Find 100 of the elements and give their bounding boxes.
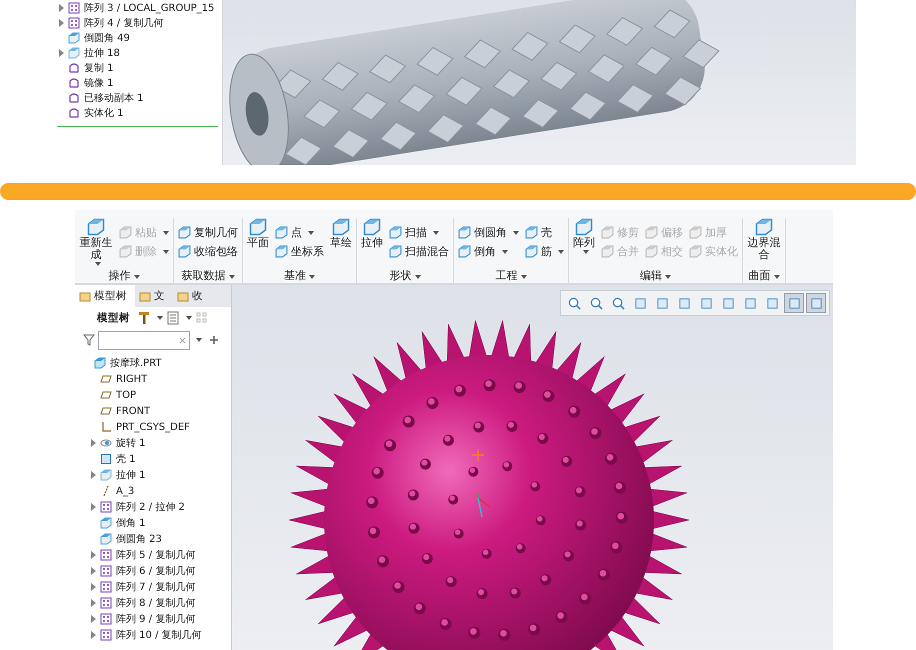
panel-tab[interactable]: 文 xyxy=(135,285,173,307)
zoom-fit-icon xyxy=(568,296,580,310)
plane-icon xyxy=(100,373,112,385)
tree-item[interactable]: 按摩球.PRT xyxy=(83,355,231,371)
tree-item[interactable]: FRONT xyxy=(83,403,231,419)
tree-item[interactable]: 已移动副本 1 xyxy=(57,90,222,105)
plane-icon xyxy=(100,389,112,401)
tree-item[interactable]: 阵列 2 / 拉伸 2 xyxy=(83,499,231,515)
outline-icon xyxy=(68,62,80,74)
ribbon-button[interactable]: 筋 xyxy=(523,243,566,260)
grid-icon xyxy=(100,597,112,609)
group-label[interactable]: 编辑 xyxy=(571,269,740,282)
search-field[interactable] xyxy=(98,330,190,350)
caret-icon xyxy=(582,250,588,254)
list-icon[interactable] xyxy=(166,311,180,325)
group-label[interactable]: 基准 xyxy=(245,269,354,282)
ribbon-button[interactable]: 草绘 xyxy=(328,218,354,250)
tree-item[interactable]: RIGHT xyxy=(83,371,231,387)
caret-icon xyxy=(513,230,519,234)
caret-icon xyxy=(414,275,420,279)
group-label[interactable]: 工程 xyxy=(456,269,566,282)
view-toolbar-button[interactable] xyxy=(784,293,804,313)
tree-item[interactable]: 镜像 1 xyxy=(57,75,222,90)
tree-item[interactable]: 壳 1 xyxy=(83,451,231,467)
outline-icon xyxy=(68,76,80,88)
tree-item[interactable]: TOP xyxy=(83,387,231,403)
ribbon-button[interactable]: 扫描 xyxy=(387,224,451,241)
ribbon-button[interactable]: 扫描混合 xyxy=(387,243,451,260)
panel-tab[interactable]: 收 xyxy=(173,285,211,307)
square-icon xyxy=(100,453,112,465)
folder-icon xyxy=(139,290,151,302)
caret-icon[interactable] xyxy=(157,316,163,320)
grid-icon xyxy=(100,565,112,577)
plane-icon xyxy=(100,405,112,417)
outline-icon xyxy=(68,92,80,104)
tree-item[interactable]: 旋转 1 xyxy=(83,435,231,451)
axis-triad-icon xyxy=(477,494,490,518)
hammer-icon[interactable] xyxy=(137,311,151,325)
group-label[interactable]: 获取数据 xyxy=(176,269,240,282)
folder-icon xyxy=(177,290,189,302)
tree-item[interactable]: 阵列 6 / 复制几何 xyxy=(83,563,231,579)
tree-item[interactable]: 倒圆角 23 xyxy=(83,531,231,547)
tree-item[interactable]: 阵列 8 / 复制几何 xyxy=(83,595,231,611)
tree-item[interactable]: 拉伸 1 xyxy=(83,467,231,483)
caret-icon xyxy=(520,275,526,279)
ribbon-button[interactable]: 倒圆角 xyxy=(456,224,521,241)
caret-icon xyxy=(228,275,234,279)
ribbon-button[interactable]: 倒角 xyxy=(456,243,521,260)
tree-item[interactable]: 阵列 5 / 复制几何 xyxy=(83,547,231,563)
tree-item[interactable]: 阵列 7 / 复制几何 xyxy=(83,579,231,595)
tree-item[interactable]: 倒圆角 49 xyxy=(57,30,222,45)
square-icon xyxy=(634,296,646,310)
tree-item[interactable]: 倒角 1 xyxy=(83,515,231,531)
caret-icon[interactable] xyxy=(196,338,202,342)
caret-icon xyxy=(94,262,100,266)
datum-point-icon xyxy=(471,448,485,462)
ribbon-button[interactable]: 重新生成 xyxy=(77,218,115,267)
caret-icon xyxy=(502,250,508,254)
grid-icon xyxy=(68,16,80,28)
grid-icon xyxy=(100,549,112,561)
caret-icon xyxy=(163,250,169,254)
caret-icon xyxy=(308,230,314,234)
tree-item[interactable]: A_3 xyxy=(83,483,231,499)
ribbon-button[interactable]: 复制几何 xyxy=(176,224,240,241)
caret-icon xyxy=(665,275,671,279)
caret-icon xyxy=(134,275,140,279)
ribbon-button[interactable]: 壳 xyxy=(523,224,566,241)
filter-icon[interactable] xyxy=(83,334,95,346)
grid-icon xyxy=(100,501,112,513)
caret-icon xyxy=(309,275,315,279)
expand-arrow-icon[interactable] xyxy=(91,439,96,447)
tree-item[interactable]: 阵列 4 / 复制几何 xyxy=(57,15,222,30)
ribbon-button[interactable]: 拉伸 xyxy=(359,218,385,250)
tree-item[interactable]: 阵列 9 / 复制几何 xyxy=(83,611,231,627)
group-label[interactable]: 形状 xyxy=(359,269,451,282)
group-label[interactable]: 操作 xyxy=(77,269,171,282)
ribbon-button[interactable]: 收缩包络 xyxy=(176,243,240,260)
ribbon-button[interactable]: 点 xyxy=(273,224,326,241)
ribbon-button[interactable]: 边界混合 xyxy=(745,218,783,262)
panel-tab[interactable]: 模型树 xyxy=(75,285,135,307)
ribbon-button[interactable]: 阵列 xyxy=(571,218,597,255)
plus-icon[interactable] xyxy=(209,335,219,345)
grid-icon xyxy=(100,613,112,625)
tree-item[interactable]: 拉伸 18 xyxy=(57,45,222,60)
grid-icon xyxy=(100,629,112,641)
grid-icon xyxy=(100,581,112,593)
tree-item[interactable]: 阵列 10 / 复制几何 xyxy=(83,627,231,643)
view-toolbar-button[interactable] xyxy=(806,293,826,313)
axes-icon xyxy=(100,421,112,433)
close-icon[interactable] xyxy=(179,336,186,344)
folder-icon xyxy=(79,290,91,302)
ribbon-button[interactable]: 平面 xyxy=(245,218,271,250)
caret-icon xyxy=(163,230,169,234)
tree-item[interactable]: 实体化 1 xyxy=(57,105,222,120)
caret-icon[interactable] xyxy=(186,316,192,320)
tree-item[interactable]: PRT_CSYS_DEF xyxy=(83,419,231,435)
tree-item[interactable]: 复制 1 xyxy=(57,60,222,75)
tree-item[interactable]: 阵列 3 / LOCAL_GROUP_15 xyxy=(57,0,222,15)
ribbon-button[interactable]: 坐标系 xyxy=(273,243,326,260)
group-label[interactable]: 曲面 xyxy=(745,269,783,282)
